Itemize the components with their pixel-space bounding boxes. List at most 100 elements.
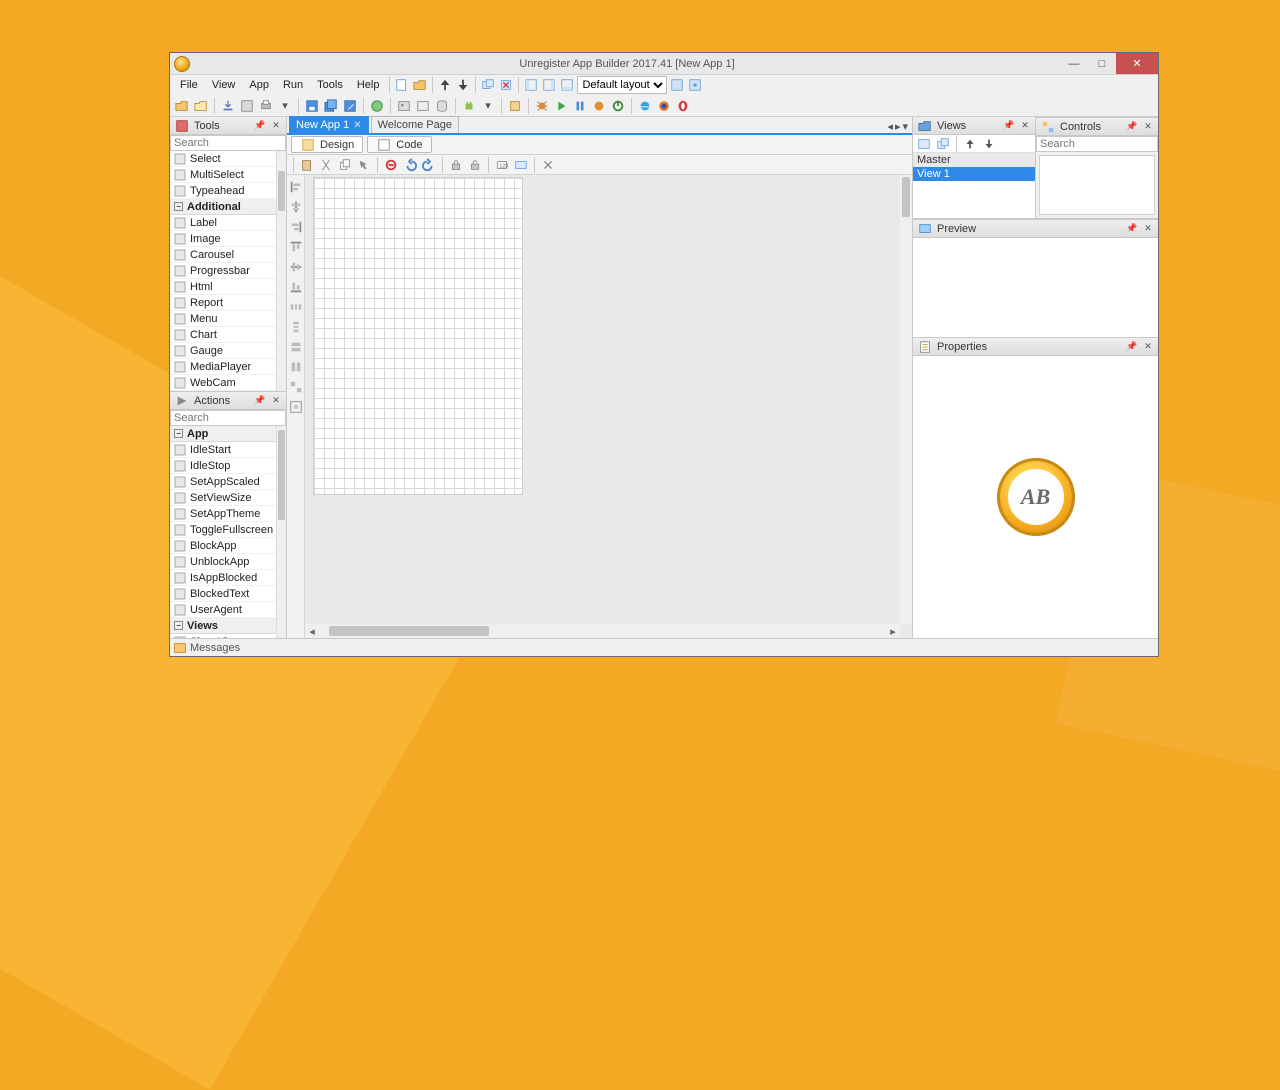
list-category[interactable]: −App [170, 426, 276, 442]
align-top-icon[interactable] [288, 239, 304, 255]
tb2-newfolder-icon[interactable] [174, 98, 190, 114]
tabs-prev-icon[interactable]: ◂ [887, 120, 893, 133]
preview-panel-header[interactable]: Preview 📌 ✕ [913, 220, 1158, 238]
subtab-design[interactable]: Design [291, 136, 363, 153]
toolbar-layout1-icon[interactable] [523, 77, 539, 93]
list-category[interactable]: −Views [170, 618, 276, 634]
dt-redo-icon[interactable] [421, 157, 437, 173]
pin-icon[interactable]: 📌 [254, 120, 266, 132]
toolbar-resetlayout-icon[interactable] [687, 77, 703, 93]
tb2-image-icon[interactable] [396, 98, 412, 114]
list-item[interactable]: MultiSelect [170, 167, 276, 183]
view-design-surface[interactable] [313, 177, 523, 495]
canvas-hscrollbar[interactable]: ◂ ▸ [305, 624, 900, 638]
tb2-pause-icon[interactable] [572, 98, 588, 114]
actions-panel-header[interactable]: Actions 📌 ✕ [170, 392, 286, 410]
dt-delete-icon[interactable] [383, 157, 399, 173]
canvas-vscrollbar[interactable] [900, 175, 912, 624]
tb2-run-icon[interactable] [369, 98, 385, 114]
list-item[interactable]: IdleStart [170, 442, 276, 458]
list-item[interactable]: SetAppScaled [170, 474, 276, 490]
pin-icon[interactable]: 📌 [1003, 120, 1015, 132]
tb2-power-icon[interactable] [610, 98, 626, 114]
close-icon[interactable]: ✕ [1142, 223, 1154, 235]
list-item[interactable]: ShowView [170, 634, 276, 638]
list-item[interactable]: BlockApp [170, 538, 276, 554]
scroll-right-icon[interactable]: ▸ [886, 625, 900, 638]
close-icon[interactable]: ✕ [270, 120, 282, 132]
list-item[interactable]: MediaPlayer [170, 359, 276, 375]
list-item[interactable]: WebCam [170, 375, 276, 391]
align-center-h-icon[interactable] [288, 199, 304, 215]
controls-list[interactable] [1039, 155, 1155, 215]
tabs-menu-icon[interactable]: ▾ [902, 120, 908, 133]
list-item[interactable]: Image [170, 231, 276, 247]
menu-file[interactable]: File [174, 78, 204, 92]
same-size-icon[interactable] [288, 379, 304, 395]
views-up-icon[interactable] [962, 136, 978, 152]
menu-app[interactable]: App [243, 78, 275, 92]
dt-paste-icon[interactable] [299, 157, 315, 173]
scroll-left-icon[interactable]: ◂ [305, 625, 319, 638]
list-item[interactable]: Gauge [170, 343, 276, 359]
tb2-col-dropdown-icon[interactable]: ▾ [277, 98, 293, 114]
statusbar-messages[interactable]: Messages [190, 642, 240, 654]
toolbar-layout3-icon[interactable] [559, 77, 575, 93]
list-item[interactable]: SetViewSize [170, 490, 276, 506]
tb2-saveall-icon[interactable] [323, 98, 339, 114]
list-item[interactable]: Html [170, 279, 276, 295]
tb2-play-icon[interactable] [553, 98, 569, 114]
dt-cut-icon[interactable] [318, 157, 334, 173]
distribute-v-icon[interactable] [288, 319, 304, 335]
menu-help[interactable]: Help [351, 78, 386, 92]
list-item[interactable]: BlockedText [170, 586, 276, 602]
dt-unlock-icon[interactable] [467, 157, 483, 173]
close-icon[interactable]: ✕ [270, 395, 282, 407]
list-category[interactable]: −Additional [170, 199, 276, 215]
messages-icon[interactable] [174, 643, 186, 653]
tb2-db-icon[interactable] [434, 98, 450, 114]
align-middle-icon[interactable] [288, 259, 304, 275]
pin-icon[interactable]: 📌 [1126, 121, 1138, 133]
toolbar-down-icon[interactable] [455, 77, 471, 93]
toolbar-deleteview-icon[interactable] [498, 77, 514, 93]
list-item[interactable]: Report [170, 295, 276, 311]
same-height-icon[interactable] [288, 359, 304, 375]
list-item[interactable]: Chart [170, 327, 276, 343]
toolbar-layout2-icon[interactable] [541, 77, 557, 93]
tools-search-input[interactable] [170, 135, 286, 151]
views-panel-header[interactable]: Views 📌 ✕ [913, 117, 1035, 135]
align-right-icon[interactable] [288, 219, 304, 235]
tabs-next-icon[interactable]: ▸ [895, 120, 901, 133]
tab-new-app-1[interactable]: New App 1 ✕ [289, 116, 369, 133]
actions-search-input[interactable] [170, 410, 286, 426]
list-item[interactable]: UserAgent [170, 602, 276, 618]
dt-select-icon[interactable] [356, 157, 372, 173]
menu-view[interactable]: View [206, 78, 242, 92]
tab-welcome-page[interactable]: Welcome Page [371, 116, 459, 133]
tb2-android-icon[interactable] [461, 98, 477, 114]
tb2-firefox-icon[interactable] [656, 98, 672, 114]
dt-settings-icon[interactable] [540, 157, 556, 173]
controls-search-input[interactable] [1036, 136, 1158, 152]
subtab-code[interactable]: Code [367, 136, 431, 153]
tb2-bug-icon[interactable] [534, 98, 550, 114]
close-icon[interactable]: ✕ [1019, 120, 1031, 132]
properties-panel-header[interactable]: Properties 📌 ✕ [913, 338, 1158, 356]
tb2-style-icon[interactable] [507, 98, 523, 114]
list-item[interactable]: IsAppBlocked [170, 570, 276, 586]
layout-select[interactable]: Default layout [577, 76, 667, 94]
controls-panel-header[interactable]: Controls 📌 ✕ [1036, 118, 1158, 136]
list-item[interactable]: IdleStop [170, 458, 276, 474]
titlebar[interactable]: Unregister App Builder 2017.41 [New App … [170, 53, 1158, 75]
list-item[interactable]: Progressbar [170, 263, 276, 279]
window-minimize-button[interactable]: — [1060, 53, 1088, 74]
views-new-icon[interactable] [916, 136, 932, 152]
toolbar-up-icon[interactable] [437, 77, 453, 93]
tb2-disk-icon[interactable] [239, 98, 255, 114]
close-icon[interactable]: ✕ [1142, 341, 1154, 353]
center-canvas-icon[interactable] [288, 399, 304, 415]
window-close-button[interactable]: ✕ [1116, 53, 1158, 74]
tb2-saveas-icon[interactable] [342, 98, 358, 114]
tb2-view-icon[interactable] [415, 98, 431, 114]
